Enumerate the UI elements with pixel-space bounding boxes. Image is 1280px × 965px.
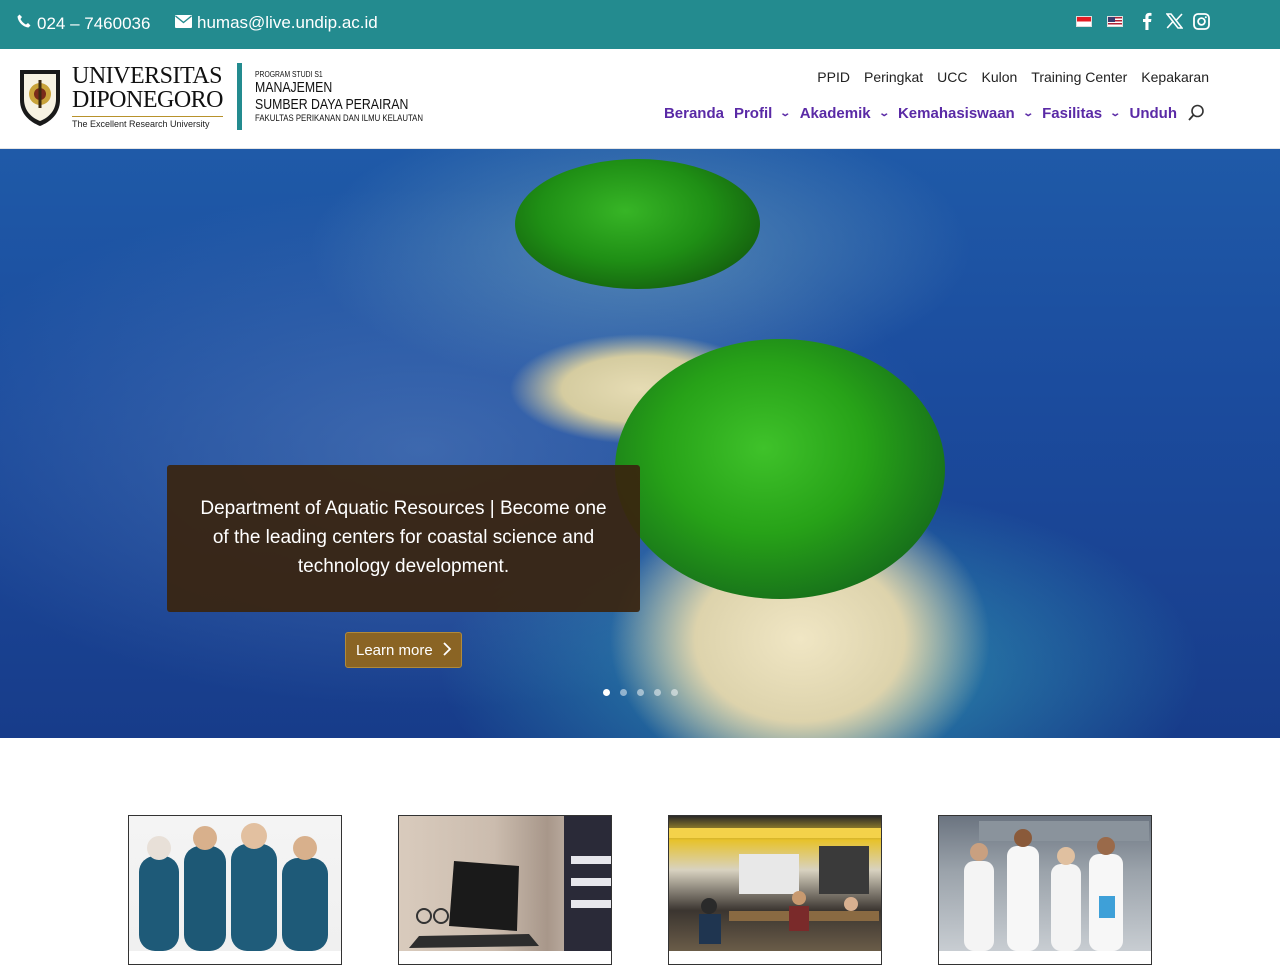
nav-item-akademik[interactable]: Akademik ⌄ xyxy=(799,104,890,122)
envelope-icon xyxy=(175,13,197,33)
learn-more-label: Learn more xyxy=(356,641,433,659)
phone-icon xyxy=(16,13,37,34)
nav-item-unduh[interactable]: Unduh xyxy=(1130,105,1177,122)
slider-dot-2[interactable] xyxy=(620,689,627,696)
laptop-photo xyxy=(399,816,611,951)
chevron-right-icon xyxy=(442,641,452,661)
hero-image-island xyxy=(615,339,945,599)
logo-divider xyxy=(237,63,242,130)
hospital-photo xyxy=(939,816,1151,951)
secondary-nav: PPID Peringkat UCC Kulon Training Center… xyxy=(817,69,1209,85)
flag-us-icon[interactable] xyxy=(1107,15,1123,27)
slider-dot-3[interactable] xyxy=(637,689,644,696)
slider-dot-1[interactable] xyxy=(603,689,610,696)
university-name-line2: DIPONEGORO xyxy=(72,87,224,113)
chevron-down-icon: ⌄ xyxy=(779,107,792,119)
instagram-icon[interactable] xyxy=(1192,12,1210,30)
phone-contact[interactable]: 024 – 7460036 xyxy=(16,13,150,34)
university-tagline: The Excellent Research University xyxy=(72,116,223,129)
slider-dot-5[interactable] xyxy=(671,689,678,696)
learn-more-button[interactable]: Learn more xyxy=(345,632,462,668)
nav-item-beranda[interactable]: Beranda xyxy=(664,105,724,122)
nav-item-kemahasiswaan[interactable]: Kemahasiswaan ⌄ xyxy=(897,104,1034,122)
slider-dots xyxy=(603,689,678,696)
feature-card-classroom[interactable] xyxy=(668,815,882,965)
facebook-icon[interactable] xyxy=(1138,12,1156,30)
program-name-line2: SUMBER DAYA PERAIRAN xyxy=(255,95,409,113)
top-bar: 024 – 7460036 humas@live.undip.ac.id xyxy=(0,0,1280,49)
secnav-item-ppid[interactable]: PPID xyxy=(817,69,850,85)
hero-caption-text: Department of Aquatic Resources | Become… xyxy=(200,498,607,577)
faculty-name: FAKULTAS PERIKANAN DAN ILMU KELAUTAN xyxy=(255,112,423,124)
nav-label: Kemahasiswaan xyxy=(897,104,1015,122)
x-twitter-icon[interactable] xyxy=(1165,12,1183,30)
hero-caption: Department of Aquatic Resources | Become… xyxy=(167,465,640,612)
feature-card-hospital[interactable] xyxy=(938,815,1152,965)
program-label: PROGRAM STUDI S1 xyxy=(255,69,323,79)
secnav-item-ucc[interactable]: UCC xyxy=(937,69,967,85)
feature-cards xyxy=(0,738,1280,965)
secnav-item-training-center[interactable]: Training Center xyxy=(1031,69,1127,85)
students-photo xyxy=(129,816,341,951)
feature-card-students[interactable] xyxy=(128,815,342,965)
undip-seal-icon xyxy=(16,66,64,128)
main-nav: Beranda Profil ⌄ Akademik ⌄ Kemahasiswaan ⌄… xyxy=(664,104,1205,122)
phone-number: 024 – 7460036 xyxy=(37,13,151,33)
classroom-photo xyxy=(669,816,881,951)
slider-dot-4[interactable] xyxy=(654,689,661,696)
nav-item-profil[interactable]: Profil ⌄ xyxy=(733,104,792,122)
nav-item-fasilitas[interactable]: Fasilitas ⌄ xyxy=(1042,104,1122,122)
feature-card-laptop[interactable] xyxy=(398,815,612,965)
program-name-line1: MANAJEMEN xyxy=(255,78,333,96)
hero-slider: Department of Aquatic Resources | Become… xyxy=(0,149,1280,738)
chevron-down-icon: ⌄ xyxy=(1022,107,1034,119)
nav-label: Fasilitas xyxy=(1042,104,1103,122)
secnav-item-kepakaran[interactable]: Kepakaran xyxy=(1141,69,1209,85)
hero-image-island xyxy=(515,159,760,289)
site-logo[interactable]: UNIVERSITAS DIPONEGORO The Excellent Res… xyxy=(16,63,460,130)
search-icon[interactable] xyxy=(1187,104,1205,122)
email-contact[interactable]: humas@live.undip.ac.id xyxy=(175,13,378,33)
university-name-line1: UNIVERSITAS xyxy=(72,63,222,89)
email-address: humas@live.undip.ac.id xyxy=(197,13,378,32)
chevron-down-icon: ⌄ xyxy=(1109,107,1122,119)
flag-id-icon[interactable] xyxy=(1076,15,1092,27)
nav-label: Akademik xyxy=(799,104,871,122)
nav-label: Profil xyxy=(733,104,773,122)
chevron-down-icon: ⌄ xyxy=(877,107,890,119)
site-header: UNIVERSITAS DIPONEGORO The Excellent Res… xyxy=(0,49,1280,149)
secnav-item-kulon[interactable]: Kulon xyxy=(981,69,1017,85)
nav-label: Unduh xyxy=(1129,104,1177,122)
nav-label: Beranda xyxy=(663,104,724,122)
secnav-item-peringkat[interactable]: Peringkat xyxy=(864,69,923,85)
